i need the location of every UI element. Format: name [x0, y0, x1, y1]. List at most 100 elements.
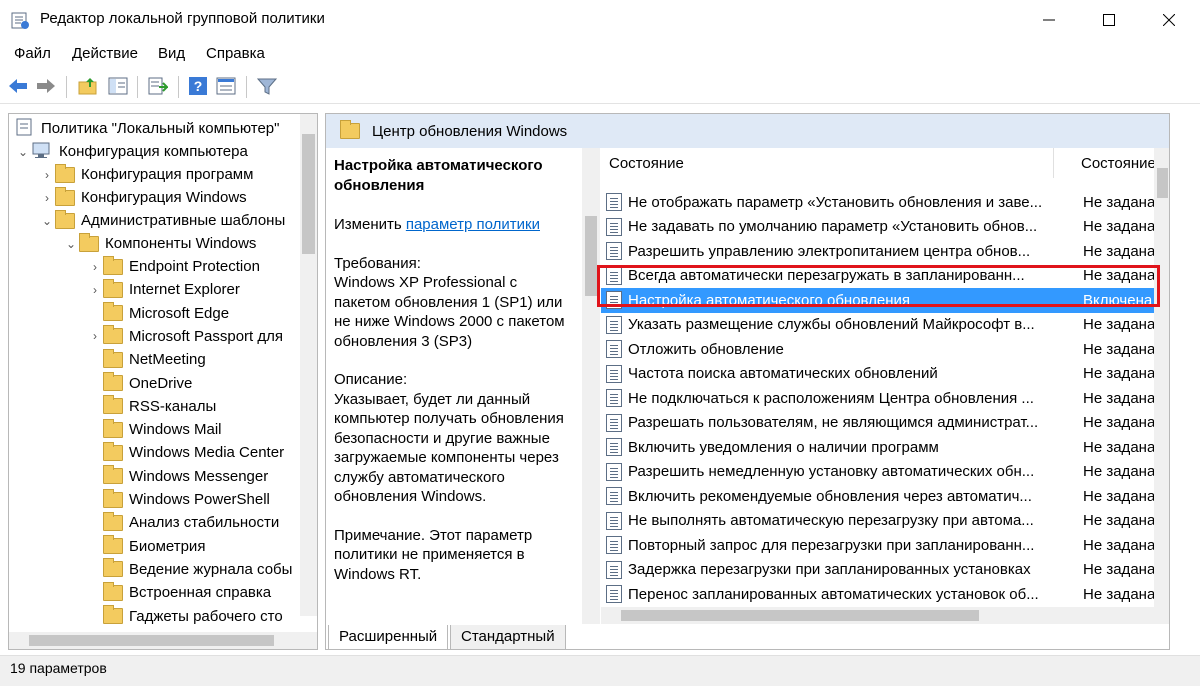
- policy-name: Повторный запрос для перезагрузки при за…: [628, 536, 1035, 554]
- maximize-button[interactable]: [1081, 0, 1137, 40]
- svg-text:?: ?: [194, 78, 203, 94]
- status-text: 19 параметров: [10, 660, 107, 676]
- properties-button[interactable]: [214, 74, 238, 98]
- tree-item[interactable]: › Microsoft Passport для: [87, 325, 283, 348]
- policy-row[interactable]: Не задавать по умолчанию параметр «Устан…: [601, 215, 1169, 240]
- policy-setting-icon: [606, 438, 622, 457]
- tree-item[interactable]: Microsoft Edge: [87, 302, 229, 325]
- edit-policy-link[interactable]: параметр политики: [406, 216, 540, 233]
- menu-help[interactable]: Справка: [206, 45, 265, 62]
- policy-state: Не задана: [1083, 585, 1156, 603]
- tree-item[interactable]: Анализ стабильности: [87, 511, 279, 534]
- toolbar: ?: [0, 70, 1200, 104]
- menu-view[interactable]: Вид: [158, 45, 185, 62]
- policy-row[interactable]: Не выполнять автоматическую перезагрузку…: [601, 509, 1169, 534]
- policy-row[interactable]: Указать размещение службы обновлений Май…: [601, 313, 1169, 338]
- tree-item[interactable]: NetMeeting: [87, 348, 206, 371]
- tree-item-computer-config[interactable]: ⌄ Конфигурация компьютера: [15, 140, 248, 163]
- tree-pane[interactable]: Политика "Локальный компьютер" ⌄ Конфигу…: [8, 113, 318, 650]
- menu-file[interactable]: Файл: [14, 45, 51, 62]
- policy-row[interactable]: Разрешить управлению электропитанием цен…: [601, 239, 1169, 264]
- policy-state: Не задана: [1083, 487, 1156, 505]
- tree-item[interactable]: Ведение журнала собы: [87, 558, 292, 581]
- column-header-setting[interactable]: Состояние: [609, 155, 684, 172]
- forward-button[interactable]: [34, 74, 58, 98]
- scroll-thumb[interactable]: [585, 216, 597, 296]
- scroll-thumb[interactable]: [1157, 168, 1168, 198]
- scroll-thumb[interactable]: [29, 635, 274, 646]
- policy-setting-icon: [606, 242, 622, 261]
- list-horizontal-scrollbar[interactable]: [601, 607, 1169, 624]
- folder-icon: [103, 372, 123, 391]
- policy-row[interactable]: Не отображать параметр «Установить обнов…: [601, 190, 1169, 215]
- expand-chevron-icon[interactable]: ›: [87, 283, 103, 297]
- scroll-thumb[interactable]: [621, 610, 979, 621]
- policy-row[interactable]: Отложить обновление Не задана: [601, 337, 1169, 362]
- gpedit-app-icon: [11, 12, 29, 29]
- expand-chevron-icon[interactable]: ›: [39, 191, 55, 205]
- expand-chevron-icon[interactable]: ›: [87, 329, 103, 343]
- tree-item[interactable]: › Endpoint Protection: [87, 255, 260, 278]
- column-header-state[interactable]: Состояние: [1081, 155, 1156, 172]
- policy-row[interactable]: Разрешать пользователям, не являющимся а…: [601, 411, 1169, 436]
- policy-state: Не задана: [1083, 414, 1156, 432]
- collapse-chevron-icon[interactable]: ⌄: [39, 214, 55, 228]
- tree-item-label: OneDrive: [129, 374, 193, 392]
- policy-row[interactable]: Частота поиска автоматических обновлений…: [601, 362, 1169, 387]
- expand-chevron-icon[interactable]: ›: [87, 260, 103, 274]
- scroll-thumb[interactable]: [302, 134, 315, 254]
- view-tabs: Расширенный Стандартный: [325, 625, 1170, 652]
- window-title: Редактор локальной групповой политики: [40, 10, 325, 27]
- help-button[interactable]: ?: [186, 74, 210, 98]
- tree-item[interactable]: Windows Messenger: [87, 465, 268, 488]
- filter-button[interactable]: [255, 74, 279, 98]
- list-vertical-scrollbar[interactable]: [1154, 148, 1169, 624]
- policy-state: Не задана: [1083, 193, 1156, 211]
- menu-action[interactable]: Действие: [72, 45, 138, 62]
- back-button[interactable]: [6, 74, 30, 98]
- tree-item-root[interactable]: Политика "Локальный компьютер": [15, 117, 279, 140]
- policy-setting-icon: [606, 193, 622, 212]
- tree-item[interactable]: › Internet Explorer: [87, 278, 240, 301]
- tree-item-windows-components[interactable]: ⌄ Компоненты Windows: [63, 232, 256, 255]
- collapse-chevron-icon[interactable]: ⌄: [15, 145, 31, 159]
- settings-list: Состояние Состояние Не отображать параме…: [601, 148, 1169, 624]
- policy-row[interactable]: Не подключаться к расположениям Центра о…: [601, 386, 1169, 411]
- folder-icon: [103, 255, 123, 275]
- tree-item[interactable]: Windows Mail: [87, 418, 222, 441]
- tree-item[interactable]: RSS-каналы: [87, 395, 216, 418]
- tree-item[interactable]: Windows Media Center: [87, 441, 284, 464]
- policy-row[interactable]: Включить уведомления о наличии программ Н…: [601, 435, 1169, 460]
- tab-extended[interactable]: Расширенный: [328, 625, 449, 650]
- tree-item[interactable]: Гаджеты рабочего сто: [87, 605, 283, 628]
- collapse-chevron-icon[interactable]: ⌄: [63, 237, 79, 251]
- close-button[interactable]: [1141, 0, 1197, 40]
- tree-horizontal-scrollbar[interactable]: [9, 632, 317, 649]
- export-list-button[interactable]: [146, 74, 170, 98]
- tree-vertical-scrollbar[interactable]: [300, 114, 317, 616]
- policy-row[interactable]: Повторный запрос для перезагрузки при за…: [601, 533, 1169, 558]
- tab-standard[interactable]: Стандартный: [450, 625, 566, 650]
- column-divider[interactable]: [1053, 148, 1054, 178]
- policy-row[interactable]: Перенос запланированных автоматических у…: [601, 582, 1169, 607]
- policy-name: Включить рекомендуемые обновления через …: [628, 487, 1032, 505]
- tree-item-windows-config[interactable]: › Конфигурация Windows: [39, 186, 247, 209]
- tree-item[interactable]: OneDrive: [87, 372, 192, 395]
- show-hide-tree-button[interactable]: [106, 74, 130, 98]
- policy-row[interactable]: Включить рекомендуемые обновления через …: [601, 484, 1169, 509]
- policy-row[interactable]: Разрешить немедленную установку автомати…: [601, 460, 1169, 485]
- tree-item[interactable]: Биометрия: [87, 535, 205, 558]
- tree-item-admin-templates[interactable]: ⌄ Административные шаблоны: [39, 209, 285, 232]
- up-button[interactable]: [76, 74, 100, 98]
- expand-chevron-icon[interactable]: ›: [39, 168, 55, 182]
- tree-item-software-config[interactable]: › Конфигурация программ: [39, 163, 253, 186]
- policy-setting-icon: [606, 389, 622, 408]
- help-icon: ?: [189, 77, 207, 95]
- policy-row[interactable]: Задержка перезагрузки при запланированны…: [601, 558, 1169, 583]
- folder-icon: [103, 441, 123, 461]
- minimize-button[interactable]: [1021, 0, 1077, 40]
- folder-icon: [103, 535, 123, 555]
- tree-item[interactable]: Windows PowerShell: [87, 488, 270, 511]
- description-scrollbar[interactable]: [582, 148, 600, 624]
- tree-item[interactable]: Встроенная справка: [87, 581, 271, 604]
